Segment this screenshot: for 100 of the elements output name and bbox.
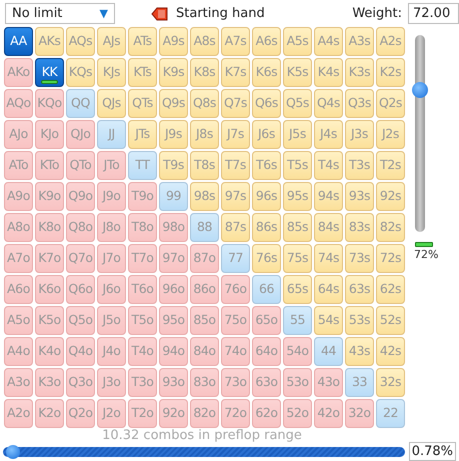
hand-cell[interactable]: AQo xyxy=(4,89,33,118)
hand-cell[interactable]: ATo xyxy=(4,151,33,180)
hand-cell[interactable]: TT xyxy=(128,151,157,180)
hand-cell[interactable]: Q8o xyxy=(66,213,95,242)
hand-cell[interactable]: J8s xyxy=(190,120,219,149)
hand-cell[interactable]: 22 xyxy=(376,399,405,428)
hand-cell[interactable]: T3s xyxy=(345,151,374,180)
hand-cell[interactable]: 94o xyxy=(159,337,188,366)
range-slider[interactable] xyxy=(3,446,405,456)
hand-cell[interactable]: A2o xyxy=(4,399,33,428)
hand-cell[interactable]: 95s xyxy=(283,182,312,211)
hand-cell[interactable]: J2o xyxy=(97,399,126,428)
hand-cell[interactable]: 54o xyxy=(283,337,312,366)
hand-cell[interactable]: A7o xyxy=(4,244,33,273)
hand-cell[interactable]: 87s xyxy=(221,213,250,242)
hand-cell[interactable]: 62s xyxy=(376,275,405,304)
hand-cell[interactable]: 76o xyxy=(221,275,250,304)
hand-cell[interactable]: J2s xyxy=(376,120,405,149)
slider-thumb[interactable] xyxy=(6,444,20,458)
hand-cell[interactable]: AKs xyxy=(35,27,64,56)
hand-cell[interactable]: KJo xyxy=(35,120,64,149)
range-percent-field[interactable]: 0.78% xyxy=(409,442,456,461)
hand-cell[interactable]: J5o xyxy=(97,306,126,335)
hand-cell[interactable]: 53s xyxy=(345,306,374,335)
hand-cell[interactable]: 76s xyxy=(252,244,281,273)
hand-cell[interactable]: Q6o xyxy=(66,275,95,304)
hand-cell[interactable]: Q3o xyxy=(66,368,95,397)
hand-cell[interactable]: A8o xyxy=(4,213,33,242)
hand-cell[interactable]: T7o xyxy=(128,244,157,273)
hand-cell[interactable]: KQo xyxy=(35,89,64,118)
hand-cell[interactable]: 83o xyxy=(190,368,219,397)
hand-cell[interactable]: 92s xyxy=(376,182,405,211)
hand-cell[interactable]: 52o xyxy=(283,399,312,428)
hand-cell[interactable]: AJs xyxy=(97,27,126,56)
hand-cell[interactable]: 85s xyxy=(283,213,312,242)
hand-cell[interactable]: K2s xyxy=(376,58,405,87)
hand-cell[interactable]: 93s xyxy=(345,182,374,211)
hand-cell[interactable]: 88 xyxy=(190,213,219,242)
hand-cell[interactable]: A3s xyxy=(345,27,374,56)
hand-cell[interactable]: 75o xyxy=(221,306,250,335)
hand-cell[interactable]: KTo xyxy=(35,151,64,180)
slider-thumb[interactable] xyxy=(412,82,428,98)
hand-cell[interactable]: A9o xyxy=(4,182,33,211)
hand-cell[interactable]: 93o xyxy=(159,368,188,397)
hand-cell[interactable]: 43s xyxy=(345,337,374,366)
hand-cell[interactable]: J9o xyxy=(97,182,126,211)
hand-cell[interactable]: J7o xyxy=(97,244,126,273)
hand-cell[interactable]: 64s xyxy=(314,275,343,304)
hand-cell[interactable]: 85o xyxy=(190,306,219,335)
hand-cell[interactable]: JTs xyxy=(128,120,157,149)
hand-cell[interactable]: K4o xyxy=(35,337,64,366)
hand-cell[interactable]: Q9o xyxy=(66,182,95,211)
hand-cell[interactable]: 92o xyxy=(159,399,188,428)
hand-cell[interactable]: T8o xyxy=(128,213,157,242)
hand-cell[interactable]: A7s xyxy=(221,27,250,56)
hand-cell[interactable]: 94s xyxy=(314,182,343,211)
hand-cell[interactable]: 98s xyxy=(190,182,219,211)
hand-cell[interactable]: A9s xyxy=(159,27,188,56)
hand-cell[interactable]: 52s xyxy=(376,306,405,335)
hand-cell[interactable]: K5o xyxy=(35,306,64,335)
hand-cell[interactable]: Q5o xyxy=(66,306,95,335)
hand-cell[interactable]: A5o xyxy=(4,306,33,335)
hand-cell[interactable]: AQs xyxy=(66,27,95,56)
hand-cell[interactable]: J9s xyxy=(159,120,188,149)
hand-cell[interactable]: AKo xyxy=(4,58,33,87)
hand-cell[interactable]: Q6s xyxy=(252,89,281,118)
hand-cell[interactable]: 96s xyxy=(252,182,281,211)
hand-cell[interactable]: 55 xyxy=(283,306,312,335)
hand-cell[interactable]: A4s xyxy=(314,27,343,56)
hand-cell[interactable]: 53o xyxy=(283,368,312,397)
hand-cell[interactable]: K3o xyxy=(35,368,64,397)
hand-cell[interactable]: 97o xyxy=(159,244,188,273)
hand-cell[interactable]: 65s xyxy=(283,275,312,304)
hand-cell[interactable]: JJ xyxy=(97,120,126,149)
hand-cell[interactable]: Q5s xyxy=(283,89,312,118)
hand-cell[interactable]: A6s xyxy=(252,27,281,56)
hand-cell[interactable]: T9s xyxy=(159,151,188,180)
hand-cell[interactable]: 63o xyxy=(252,368,281,397)
hand-cell[interactable]: J7s xyxy=(221,120,250,149)
hand-cell[interactable]: 33 xyxy=(345,368,374,397)
hand-cell[interactable]: 42s xyxy=(376,337,405,366)
hand-cell[interactable]: 97s xyxy=(221,182,250,211)
hand-cell[interactable]: K9o xyxy=(35,182,64,211)
hand-cell[interactable]: K5s xyxy=(283,58,312,87)
hand-cell[interactable]: QQ xyxy=(66,89,95,118)
hand-cell[interactable]: T2o xyxy=(128,399,157,428)
hand-cell[interactable]: J4s xyxy=(314,120,343,149)
hand-cell[interactable]: Q2o xyxy=(66,399,95,428)
hand-cell[interactable]: QJo xyxy=(66,120,95,149)
weight-field[interactable]: 72.00 xyxy=(408,3,459,24)
hand-cell[interactable]: 42o xyxy=(314,399,343,428)
hand-cell[interactable]: 75s xyxy=(283,244,312,273)
hand-cell[interactable]: 73s xyxy=(345,244,374,273)
hand-cell[interactable]: KTs xyxy=(128,58,157,87)
hand-cell[interactable]: Q7s xyxy=(221,89,250,118)
hand-cell[interactable]: 99 xyxy=(159,182,188,211)
hand-cell[interactable]: T6s xyxy=(252,151,281,180)
hand-cell[interactable]: T5s xyxy=(283,151,312,180)
hand-cell[interactable]: 62o xyxy=(252,399,281,428)
hand-cell[interactable]: 64o xyxy=(252,337,281,366)
